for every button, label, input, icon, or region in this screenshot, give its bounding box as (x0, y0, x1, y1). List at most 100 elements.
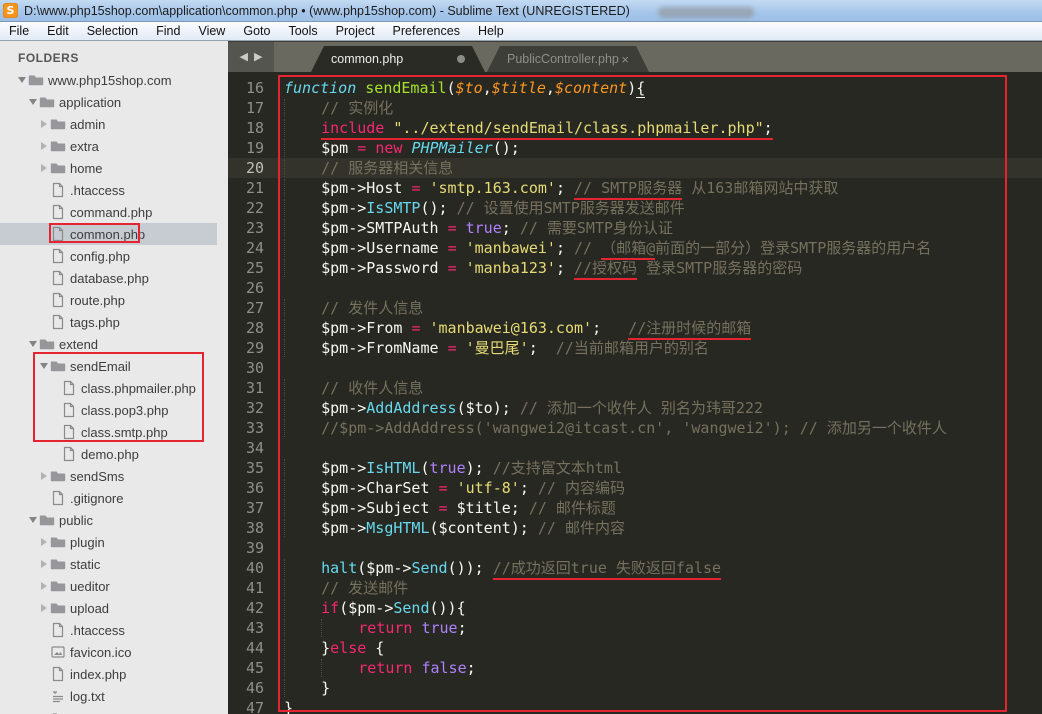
tree-item-label: log.txt (70, 688, 105, 704)
code-line-25[interactable]: 25 $pm->Password = 'manba123'; //授权码 登录S… (228, 258, 1042, 280)
tree-item-extra[interactable]: extra (0, 135, 217, 157)
tree-item-command.php[interactable]: command.php (0, 201, 217, 223)
expand-closed-icon[interactable] (40, 164, 47, 172)
expand-open-icon[interactable] (28, 517, 37, 523)
expand-open-icon[interactable] (28, 341, 37, 347)
code-line-45[interactable]: 45 return false; (228, 658, 1042, 678)
code-line-32[interactable]: 32 $pm->AddAddress($to); // 添加一个收件人 别名为玮… (228, 398, 1042, 418)
code-line-47[interactable]: 47} (228, 698, 1042, 714)
line-number: 33 (245, 419, 264, 437)
tree-item-www.php15shop.com[interactable]: www.php15shop.com (0, 69, 217, 91)
tab-nav-forward-icon[interactable]: ▶ (254, 51, 262, 63)
menu-item-file[interactable]: File (0, 22, 38, 40)
tree-item-admin[interactable]: admin (0, 113, 217, 135)
code-area[interactable]: 16 function sendEmail($to,$title,$content… (228, 72, 1042, 714)
line-number: 38 (245, 519, 264, 537)
menu-item-edit[interactable]: Edit (38, 22, 78, 40)
tree-item-database.php[interactable]: database.php (0, 267, 217, 289)
menu-item-selection[interactable]: Selection (78, 22, 147, 40)
tab-nav-back-icon[interactable]: ◀ (240, 51, 248, 63)
code-line-39[interactable]: 39 (228, 538, 1042, 558)
tree-item-extend[interactable]: extend (0, 333, 217, 355)
line-number: 24 (245, 239, 264, 257)
tree-item-index.php[interactable]: index.php (0, 663, 217, 685)
code-line-42[interactable]: 42 if($pm->Send()){ (228, 598, 1042, 618)
tree-item-partial[interactable] (0, 707, 217, 714)
tree-item-favicon.ico[interactable]: favicon.ico (0, 641, 217, 663)
tree-item-public[interactable]: public (0, 509, 217, 531)
tree-item-upload[interactable]: upload (0, 597, 217, 619)
code-line-43[interactable]: 43 return true; (228, 618, 1042, 638)
menu-item-goto[interactable]: Goto (234, 22, 279, 40)
code-line-24[interactable]: 24 $pm->Username = 'manbawei'; // （邮箱@前面… (228, 238, 1042, 260)
tree-item-.gitignore[interactable]: .gitignore (0, 487, 217, 509)
code-line-16[interactable]: 16 function sendEmail($to,$title,$content… (228, 78, 1042, 98)
tree-item-route.php[interactable]: route.php (0, 289, 217, 311)
expand-closed-icon[interactable] (40, 120, 47, 128)
code-line-37[interactable]: 37 $pm->Subject = $title; // 邮件标题 (228, 498, 1042, 518)
code-line-35[interactable]: 35 $pm->IsHTML(true); //支持富文本html (228, 458, 1042, 478)
line-number: 40 (245, 559, 264, 577)
tree-item-class.pop3.php[interactable]: class.pop3.php (0, 399, 217, 421)
tree-item-common.php[interactable]: common.php (0, 223, 217, 245)
code-line-34[interactable]: 34 (228, 438, 1042, 458)
expand-closed-icon[interactable] (40, 472, 47, 480)
code-line-31[interactable]: 31 // 收件人信息 (228, 378, 1042, 398)
menu-item-view[interactable]: View (189, 22, 234, 40)
tree-item-sendSms[interactable]: sendSms (0, 465, 217, 487)
expand-closed-icon[interactable] (40, 604, 47, 612)
tree-item-ueditor[interactable]: ueditor (0, 575, 217, 597)
tree-item-class.phpmailer.php[interactable]: class.phpmailer.php (0, 377, 217, 399)
tree-item-plugin[interactable]: plugin (0, 531, 217, 553)
file-icon (50, 490, 66, 506)
code-line-28[interactable]: 28 $pm->From = 'manbawei@163.com'; //注册时… (228, 318, 1042, 340)
menu-item-preferences[interactable]: Preferences (384, 22, 469, 40)
expand-open-icon[interactable] (28, 99, 37, 105)
code-line-44[interactable]: 44 }else { (228, 638, 1042, 658)
tree-item-demo.php[interactable]: demo.php (0, 443, 217, 465)
code-line-38[interactable]: 38 $pm->MsgHTML($content); // 邮件内容 (228, 518, 1042, 538)
code-line-22[interactable]: 22 $pm->IsSMTP(); // 设置使用SMTP服务器发送邮件 (228, 198, 1042, 218)
code-line-23[interactable]: 23 $pm->SMTPAuth = true; // 需要SMTP身份认证 (228, 218, 1042, 238)
tree-item-tags.php[interactable]: tags.php (0, 311, 217, 333)
expand-closed-icon[interactable] (40, 582, 47, 590)
code-line-30[interactable]: 30 (228, 358, 1042, 378)
expand-closed-icon[interactable] (40, 538, 47, 546)
menu-item-project[interactable]: Project (327, 22, 384, 40)
code-line-21[interactable]: 21 $pm->Host = 'smtp.163.com'; // SMTP服务… (228, 178, 1042, 200)
tree-item-.htaccess[interactable]: .htaccess (0, 179, 217, 201)
tree-item-static[interactable]: static (0, 553, 217, 575)
tree-item-sendEmail[interactable]: sendEmail (0, 355, 217, 377)
tree-item-label: sendSms (70, 468, 125, 484)
window-titlebar: S D:\www.php15shop.com\application\commo… (0, 0, 1042, 22)
tree-item-label: static (70, 556, 101, 572)
tree-item-config.php[interactable]: config.php (0, 245, 217, 267)
code-line-17[interactable]: 17 // 实例化 (228, 98, 1042, 118)
code-line-40[interactable]: 40 halt($pm->Send()); //成功返回true 失败返回fal… (228, 558, 1042, 580)
menu-item-tools[interactable]: Tools (279, 22, 326, 40)
tree-item-.htaccess[interactable]: .htaccess (0, 619, 217, 641)
code-line-26[interactable]: 26 (228, 278, 1042, 298)
tree-item-log.txt[interactable]: log.txt (0, 685, 217, 707)
code-line-41[interactable]: 41 // 发送邮件 (228, 578, 1042, 598)
tab-common.php[interactable]: common.php (311, 46, 485, 72)
tab-PublicController.php[interactable]: PublicController.php × (487, 46, 649, 72)
tree-item-application[interactable]: application (0, 91, 217, 113)
code-line-29[interactable]: 29 $pm->FromName = '曼巴尾'; //当前邮箱用户的别名 (228, 338, 1042, 358)
code-line-20[interactable]: 20 // 服务器相关信息 (228, 158, 1042, 178)
code-line-27[interactable]: 27 // 发件人信息 (228, 298, 1042, 318)
code-line-18[interactable]: 18 include "../extend/sendEmail/class.ph… (228, 118, 1042, 140)
menu-item-help[interactable]: Help (469, 22, 513, 40)
menu-item-find[interactable]: Find (147, 22, 189, 40)
expand-open-icon[interactable] (17, 77, 26, 83)
code-line-46[interactable]: 46 } (228, 678, 1042, 698)
tree-item-class.smtp.php[interactable]: class.smtp.php (0, 421, 217, 443)
expand-closed-icon[interactable] (40, 560, 47, 568)
tab-close-icon[interactable]: × (621, 53, 629, 66)
expand-closed-icon[interactable] (40, 142, 47, 150)
code-line-19[interactable]: 19 $pm = new PHPMailer(); (228, 138, 1042, 158)
tree-item-home[interactable]: home (0, 157, 217, 179)
expand-open-icon[interactable] (39, 363, 48, 369)
code-line-33[interactable]: 33 //$pm->AddAddress('wangwei2@itcast.cn… (228, 418, 1042, 438)
code-line-36[interactable]: 36 $pm->CharSet = 'utf-8'; // 内容编码 (228, 478, 1042, 498)
